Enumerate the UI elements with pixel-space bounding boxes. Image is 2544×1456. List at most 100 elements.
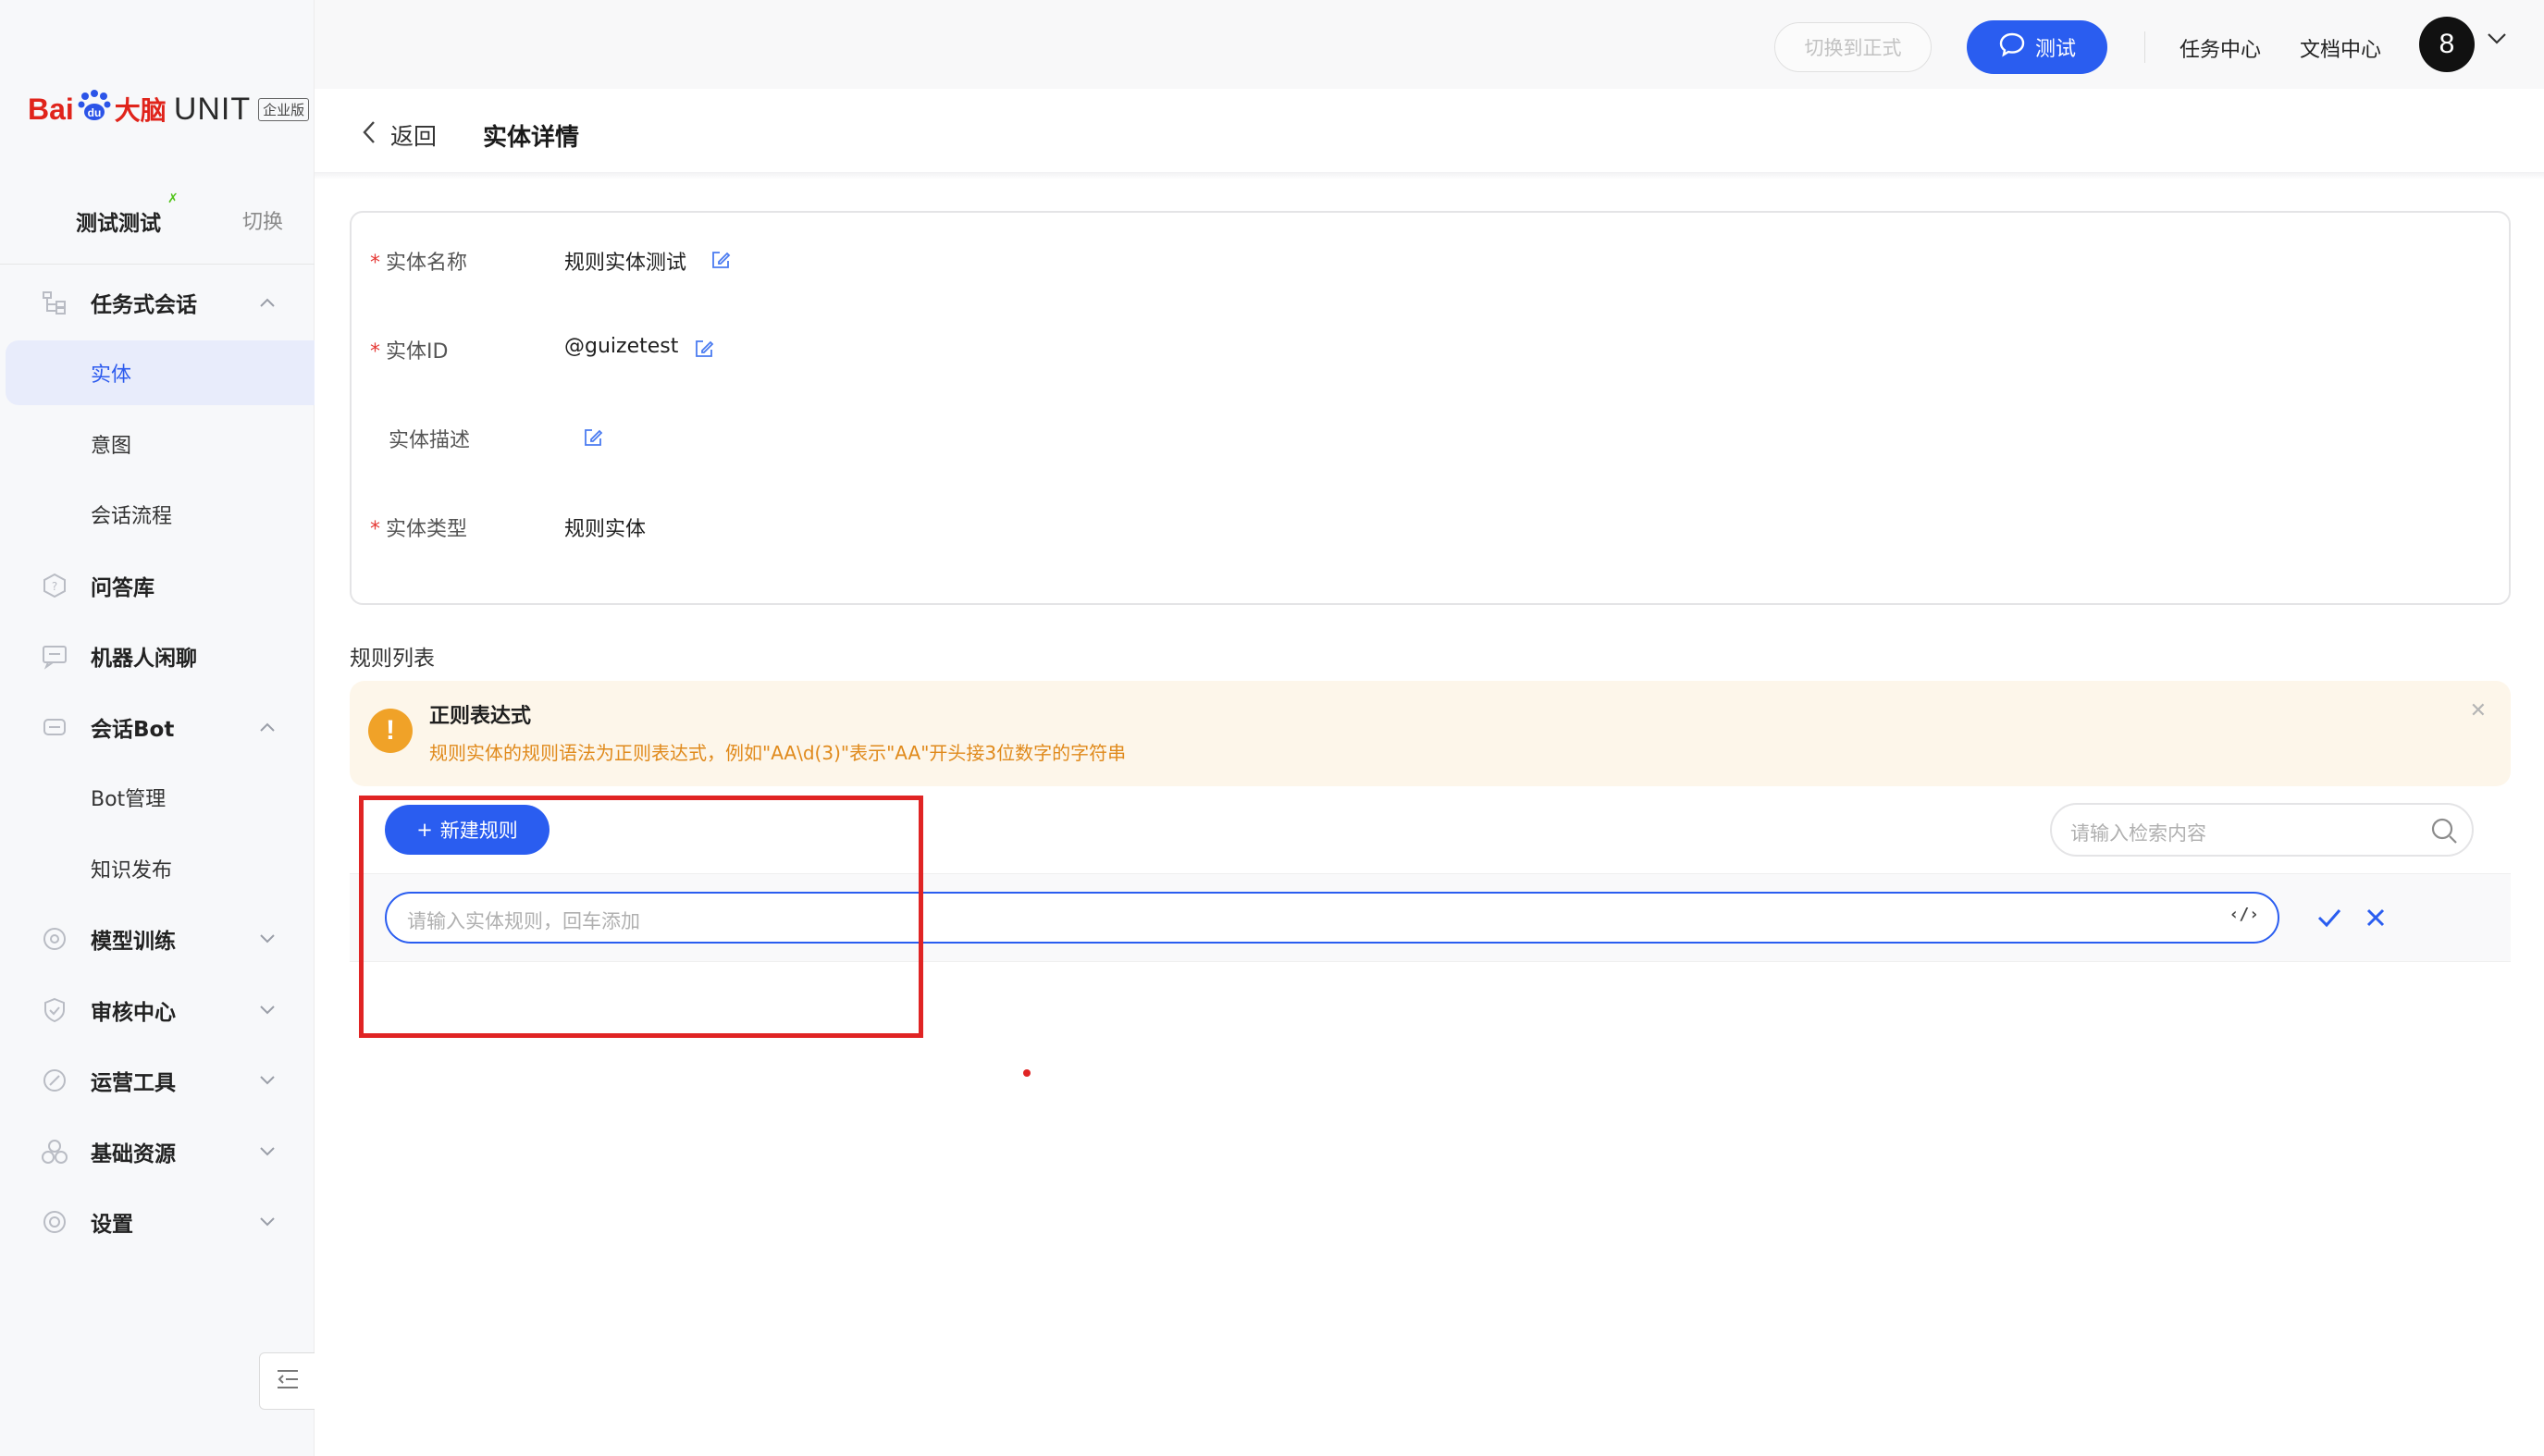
entity-type-label: * 实体类型 [370,518,468,541]
entity-name-label: * 实体名称 [370,252,468,275]
chevron-down-icon[interactable] [257,1141,278,1162]
header-divider [315,172,2544,179]
topbar-separator [2144,31,2145,63]
alert-title: 正则表达式 [429,705,532,728]
required-mark: * [370,340,380,364]
rules-list-title: 规则列表 [350,647,435,671]
chat-icon [39,640,70,672]
model-icon [39,923,70,955]
chevron-down-icon[interactable] [257,1000,278,1020]
sidebar-collapse-button[interactable] [259,1352,315,1410]
entity-info-card: * 实体名称 规则实体测试 * 实体ID @guizetest 实体描述 * 实体类型… [350,211,2511,605]
sidebar-item-label: 意图 [91,435,132,458]
annotation-dot [1023,1069,1031,1077]
sidebar-item-label: 实体 [91,364,132,387]
sidebar-item-label: 审核中心 [91,1001,176,1025]
back-link[interactable]: 返回 [390,118,437,152]
gear-icon [39,1206,70,1238]
close-icon[interactable]: ✕ [2470,699,2487,722]
alert-text: 规则实体的规则语法为正则表达式，例如"AA\d(3)"表示"AA"开头接3位数字… [429,742,1127,764]
required-mark: * [370,518,380,541]
sidebar-item-label: Bot管理 [91,788,167,811]
top-bar: 切换到正式 测试 任务中心 文档中心 8 [315,0,2544,89]
sidebar-item-bot-manage[interactable]: Bot管理 [0,765,315,830]
edit-icon[interactable] [583,427,603,448]
sidebar-item-qa-library[interactable]: ? 问答库 [0,553,315,618]
sidebar-item-label: 运营工具 [91,1071,176,1095]
entity-desc-label: 实体描述 [389,429,471,452]
chevron-down-icon[interactable] [257,1070,278,1091]
sidebar-item-label: 基础资源 [91,1142,176,1166]
entity-name-value: 规则实体测试 [564,252,687,275]
close-icon[interactable] [2365,907,2387,932]
sidebar-item-label: 模型训练 [91,930,176,954]
code-icon[interactable]: ‹/› [2229,905,2259,924]
sidebar-item-label: 设置 [91,1213,133,1237]
entity-id-label: * 实体ID [370,340,449,364]
sidebar-item-task-dialog[interactable]: 任务式会话 [0,270,315,335]
doc-center-link[interactable]: 文档中心 [2300,33,2381,63]
sidebar-divider [0,264,315,265]
sidebar-item-dialog-flow[interactable]: 会话流程 [0,482,315,547]
tool-icon [39,1065,70,1096]
test-button[interactable]: 测试 [1967,20,2107,74]
regex-alert: ! 正则表达式 规则实体的规则语法为正则表达式，例如"AA\d(3)"表示"AA… [350,681,2511,786]
sidebar-item-model-training[interactable]: 模型训练 [0,907,315,971]
logo-bai: Bai [28,92,74,126]
paw-logo-icon: du [76,89,113,130]
chevron-up-icon[interactable] [257,292,278,313]
chevron-down-icon[interactable] [257,929,278,949]
workspace-switch-link[interactable]: 切换 [242,205,283,235]
sidebar-item-label: 会话Bot [91,718,175,742]
entity-id-value: @guizetest [564,335,679,358]
resource-icon [39,1136,70,1167]
svg-text:?: ? [52,580,57,593]
collapse-icon [275,1367,301,1395]
sidebar-item-label: 任务式会话 [91,293,197,317]
chevron-down-icon[interactable] [2487,31,2507,49]
test-button-label: 测试 [2034,38,2076,61]
entity-type-value: 规则实体 [564,518,647,541]
back-arrow-icon[interactable] [359,118,379,150]
sidebar-item-intent[interactable]: 意图 [0,412,315,476]
warning-icon: ! [368,709,413,753]
svg-text:du: du [87,106,101,119]
sidebar: Bai du 大脑 UNIT 企业版 测试测试 ✗ 切换 任务式会话 实体 意图… [0,0,315,1456]
baidu-unit-logo[interactable]: Bai du 大脑 UNIT 企业版 [28,81,310,137]
edit-icon[interactable] [710,250,731,270]
switch-to-formal-button[interactable]: 切换到正式 [1774,22,1932,72]
logo-danao: 大脑 [114,95,167,126]
workspace-status-icon: ✗ [167,191,179,206]
shield-icon [39,994,70,1026]
sidebar-item-knowledge-publish[interactable]: 知识发布 [0,836,315,901]
sidebar-item-ops-tools[interactable]: 运营工具 [0,1048,315,1113]
sidebar-item-label: 知识发布 [91,859,173,882]
logo-unit: UNIT [173,91,252,127]
required-mark: * [370,252,380,275]
annotation-highlight-box [359,796,923,1038]
edit-icon[interactable] [694,339,714,359]
sidebar-item-entity[interactable]: 实体 [6,340,315,405]
bot-icon [39,711,70,743]
task-center-link[interactable]: 任务中心 [2180,33,2261,63]
chevron-up-icon[interactable] [257,717,278,737]
sidebar-item-dialog-bot[interactable]: 会话Bot [0,695,315,759]
sidebar-item-label: 会话流程 [91,505,173,528]
page-title: 实体详情 [483,124,580,152]
search-placeholder: 请输入检索内容 [2070,822,2206,845]
search-input[interactable]: 请输入检索内容 [2050,803,2474,857]
workspace-name: 测试测试 [76,212,161,236]
sidebar-item-label: 机器人闲聊 [91,647,197,671]
sidebar-item-robot-chat[interactable]: 机器人闲聊 [0,623,315,688]
chat-bubble-icon [1998,31,2026,63]
search-icon[interactable] [2429,816,2459,849]
sidebar-item-settings[interactable]: 设置 [0,1190,315,1254]
check-icon[interactable] [2316,907,2342,932]
sidebar-item-review-center[interactable]: 审核中心 [0,978,315,1043]
tree-icon [39,287,70,318]
avatar[interactable]: 8 [2419,17,2475,72]
sidebar-item-base-resources[interactable]: 基础资源 [0,1119,315,1184]
sidebar-item-label: 问答库 [91,576,154,600]
edition-badge: 企业版 [258,97,310,121]
chevron-down-icon[interactable] [257,1212,278,1232]
